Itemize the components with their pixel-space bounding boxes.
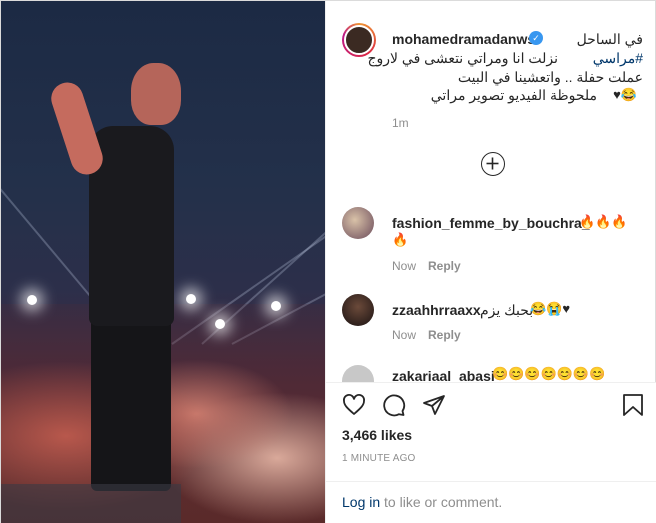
avatar[interactable] [342, 207, 374, 239]
save-bookmark-icon[interactable] [622, 393, 644, 417]
post-timestamp[interactable]: 1 MINUTE AGO [342, 453, 416, 464]
comment-username[interactable]: zakariaal_abasi [392, 368, 495, 382]
comment-time: Now [392, 328, 417, 342]
comment-text-2: 🔥 [392, 232, 409, 247]
comment-emoji: 😂😭♥ [530, 301, 571, 316]
post-caption: mohamedramadanws ✓ في الساحل نزلت انا وم… [326, 1, 656, 136]
like-heart-icon[interactable] [342, 393, 366, 417]
caption-line-1: في الساحل [576, 31, 643, 47]
likes-count[interactable]: 3,466 likes [342, 427, 412, 443]
caption-time: 1m [392, 116, 409, 130]
caption-emoji: 😂♥ [613, 87, 637, 102]
caption-line-4: ملحوظة الفيديو تصوير مراتي [430, 87, 597, 103]
singer-figure [91, 311, 171, 491]
avatar[interactable] [342, 294, 374, 326]
caption-username[interactable]: mohamedramadanws [392, 31, 535, 47]
reply-button[interactable]: Reply [428, 328, 461, 342]
plus-icon [486, 157, 499, 170]
comment-meta: Now Reply [392, 328, 461, 342]
comment-username[interactable]: fashion_femme_by_bouchra_ [392, 215, 590, 231]
comment-text: 🔥🔥🔥 [579, 214, 628, 229]
comment-meta: Now Reply [392, 259, 461, 273]
comment-item: zakariaal_abasi 😊😊😊😊😊😊😊 [342, 365, 642, 382]
verified-badge-icon: ✓ [529, 31, 543, 45]
comment-emoji: 😊😊😊😊😊😊😊 [492, 366, 606, 381]
login-prompt: Log in to like or comment. [326, 481, 656, 523]
login-link[interactable]: Log in [342, 494, 380, 510]
comment-username[interactable]: zzaahhrraaxx [392, 302, 481, 318]
reply-button[interactable]: Reply [428, 259, 461, 273]
login-suffix: to like or comment. [384, 494, 503, 510]
caption-line-3: عملت حفلة .. واتعشينا في البيت [457, 69, 643, 85]
share-icon[interactable] [422, 393, 446, 417]
comment-icon[interactable] [382, 393, 406, 417]
caption-line-2: نزلت انا ومراتي نتعشى في لاروج [367, 50, 558, 66]
load-more-comments-button[interactable] [481, 152, 505, 176]
post-video[interactable] [1, 1, 325, 523]
post-actions: 3,466 likes 1 MINUTE AGO Log in to like … [326, 382, 656, 523]
avatar[interactable] [342, 365, 374, 382]
comment-time: Now [392, 259, 417, 273]
comment-text: بحبك يزم [480, 302, 534, 318]
caption-hashtag[interactable]: #مراسي [593, 50, 643, 67]
